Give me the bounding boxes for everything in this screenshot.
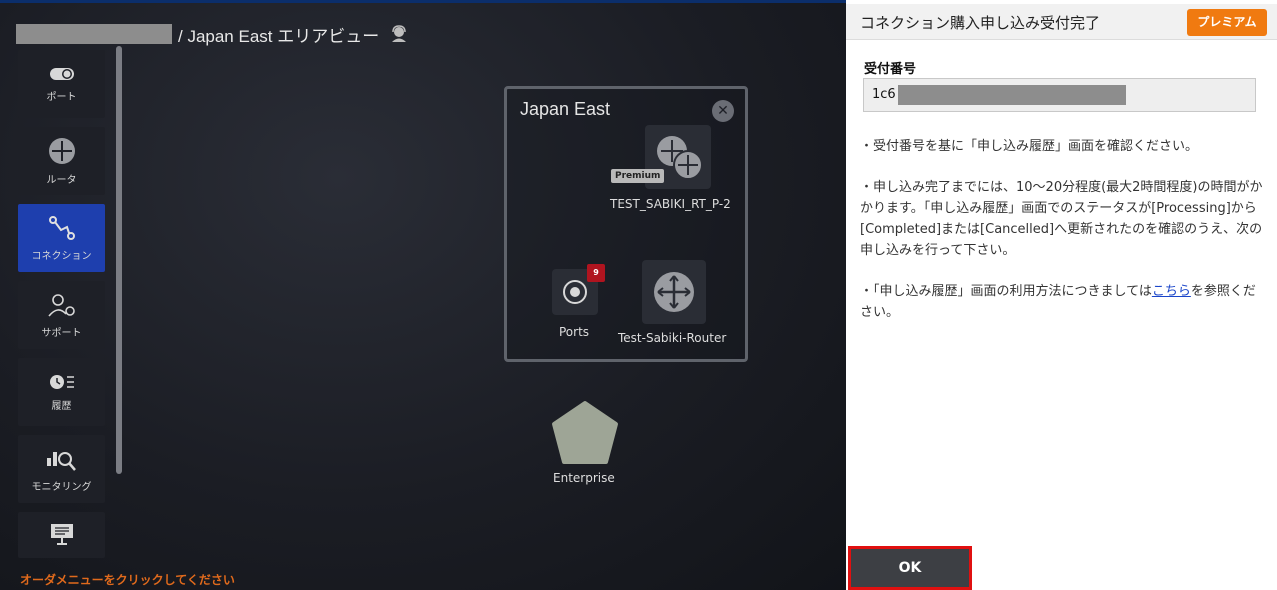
- premium-router-label: TEST_SABIKI_RT_P-2: [610, 197, 731, 211]
- dialog-title: コネクション購入申し込み受付完了: [860, 14, 1101, 32]
- dialog-header: コネクション購入申し込み受付完了 プレミアム: [846, 4, 1277, 40]
- sidebar-item-support[interactable]: サポート: [18, 281, 105, 349]
- router-icon: [48, 137, 75, 164]
- ports-label: Ports: [559, 325, 590, 339]
- enterprise-label: Enterprise: [553, 471, 615, 485]
- sidebar-item-connection[interactable]: コネクション: [18, 204, 105, 272]
- note-completion-time: ・申し込み完了までには、10～20分程度(最大2時間程度)の時間がかかります。「…: [860, 180, 1263, 258]
- monitor-screen-icon: [50, 524, 73, 545]
- sidebar-scrollbar[interactable]: [116, 46, 122, 474]
- receipt-number-label: 受付番号: [864, 62, 917, 77]
- user-support-icon[interactable]: [389, 24, 409, 44]
- receipt-number-value: 1c6: [872, 87, 896, 102]
- topology-canvas: / Japan East エリアビュー ポート ルータ コネクション サポート …: [0, 0, 846, 590]
- sidebar-item-label: ルータ: [46, 174, 77, 186]
- dialog-notes: ・受付番号を基に「申し込み履歴」画面を確認ください。 ・申し込み完了までには、1…: [860, 136, 1266, 343]
- port-icon: [563, 280, 587, 304]
- receipt-number-field[interactable]: 1c6: [863, 78, 1256, 112]
- note-usage-prefix: ・「申し込み履歴」画面の利用方法につきましては: [860, 284, 1152, 299]
- premium-tag: Premium: [611, 169, 665, 183]
- sidebar-item-label: モニタリング: [31, 481, 92, 493]
- purchase-complete-dialog: コネクション購入申し込み受付完了 プレミアム 受付番号 1c6 ・受付番号を基に…: [846, 0, 1277, 590]
- port-toggle-icon: [49, 67, 74, 80]
- close-icon[interactable]: ✕: [712, 100, 734, 122]
- sidebar-item-port[interactable]: ポート: [18, 50, 105, 118]
- ports-count-badge: 9: [587, 264, 605, 282]
- monitoring-icon: [46, 451, 76, 471]
- router-label: Test-Sabiki-Router: [618, 331, 727, 345]
- support-user-gear-icon: [47, 293, 75, 317]
- help-link[interactable]: こちら: [1152, 284, 1191, 299]
- connection-icon: [48, 215, 75, 240]
- sidebar-item-label: ポート: [46, 91, 77, 103]
- order-menu-hint: オーダメニューをクリックしてください: [20, 573, 235, 587]
- sidebar-item-label: コネクション: [31, 250, 92, 262]
- area-title: Japan East: [520, 99, 611, 119]
- sidebar-item-label: 履歴: [51, 400, 72, 412]
- breadcrumb: / Japan East エリアビュー: [16, 22, 409, 46]
- premium-button[interactable]: プレミアム: [1187, 9, 1267, 36]
- history-icon: [49, 374, 74, 389]
- area-view-panel: Japan East ✕ Premium TEST_SABIKI_RT_P-2 …: [504, 86, 748, 362]
- sidebar: ポート ルータ コネクション サポート 履歴 モニタリング: [18, 50, 106, 567]
- router-icon: [654, 272, 694, 312]
- redacted-tenant-name: [16, 24, 172, 44]
- ok-button[interactable]: OK: [848, 546, 972, 590]
- note-usage: ・「申し込み履歴」画面の利用方法につきましてはこちらを参照ください。: [860, 281, 1266, 323]
- sidebar-item-history[interactable]: 履歴: [18, 358, 105, 426]
- sidebar-item-monitoring[interactable]: モニタリング: [18, 435, 105, 503]
- redacted-receipt-number: [898, 85, 1126, 105]
- top-accent-line: [0, 0, 846, 3]
- note-confirm-history: ・受付番号を基に「申し込み履歴」画面を確認ください。: [860, 139, 1199, 154]
- sidebar-item-router[interactable]: ルータ: [18, 127, 105, 195]
- breadcrumb-text: / Japan East エリアビュー: [178, 26, 380, 46]
- sidebar-item-display[interactable]: [18, 512, 105, 558]
- enterprise-pentagon-icon[interactable]: [550, 400, 620, 466]
- sidebar-item-label: サポート: [41, 327, 82, 339]
- router-node[interactable]: [642, 260, 706, 324]
